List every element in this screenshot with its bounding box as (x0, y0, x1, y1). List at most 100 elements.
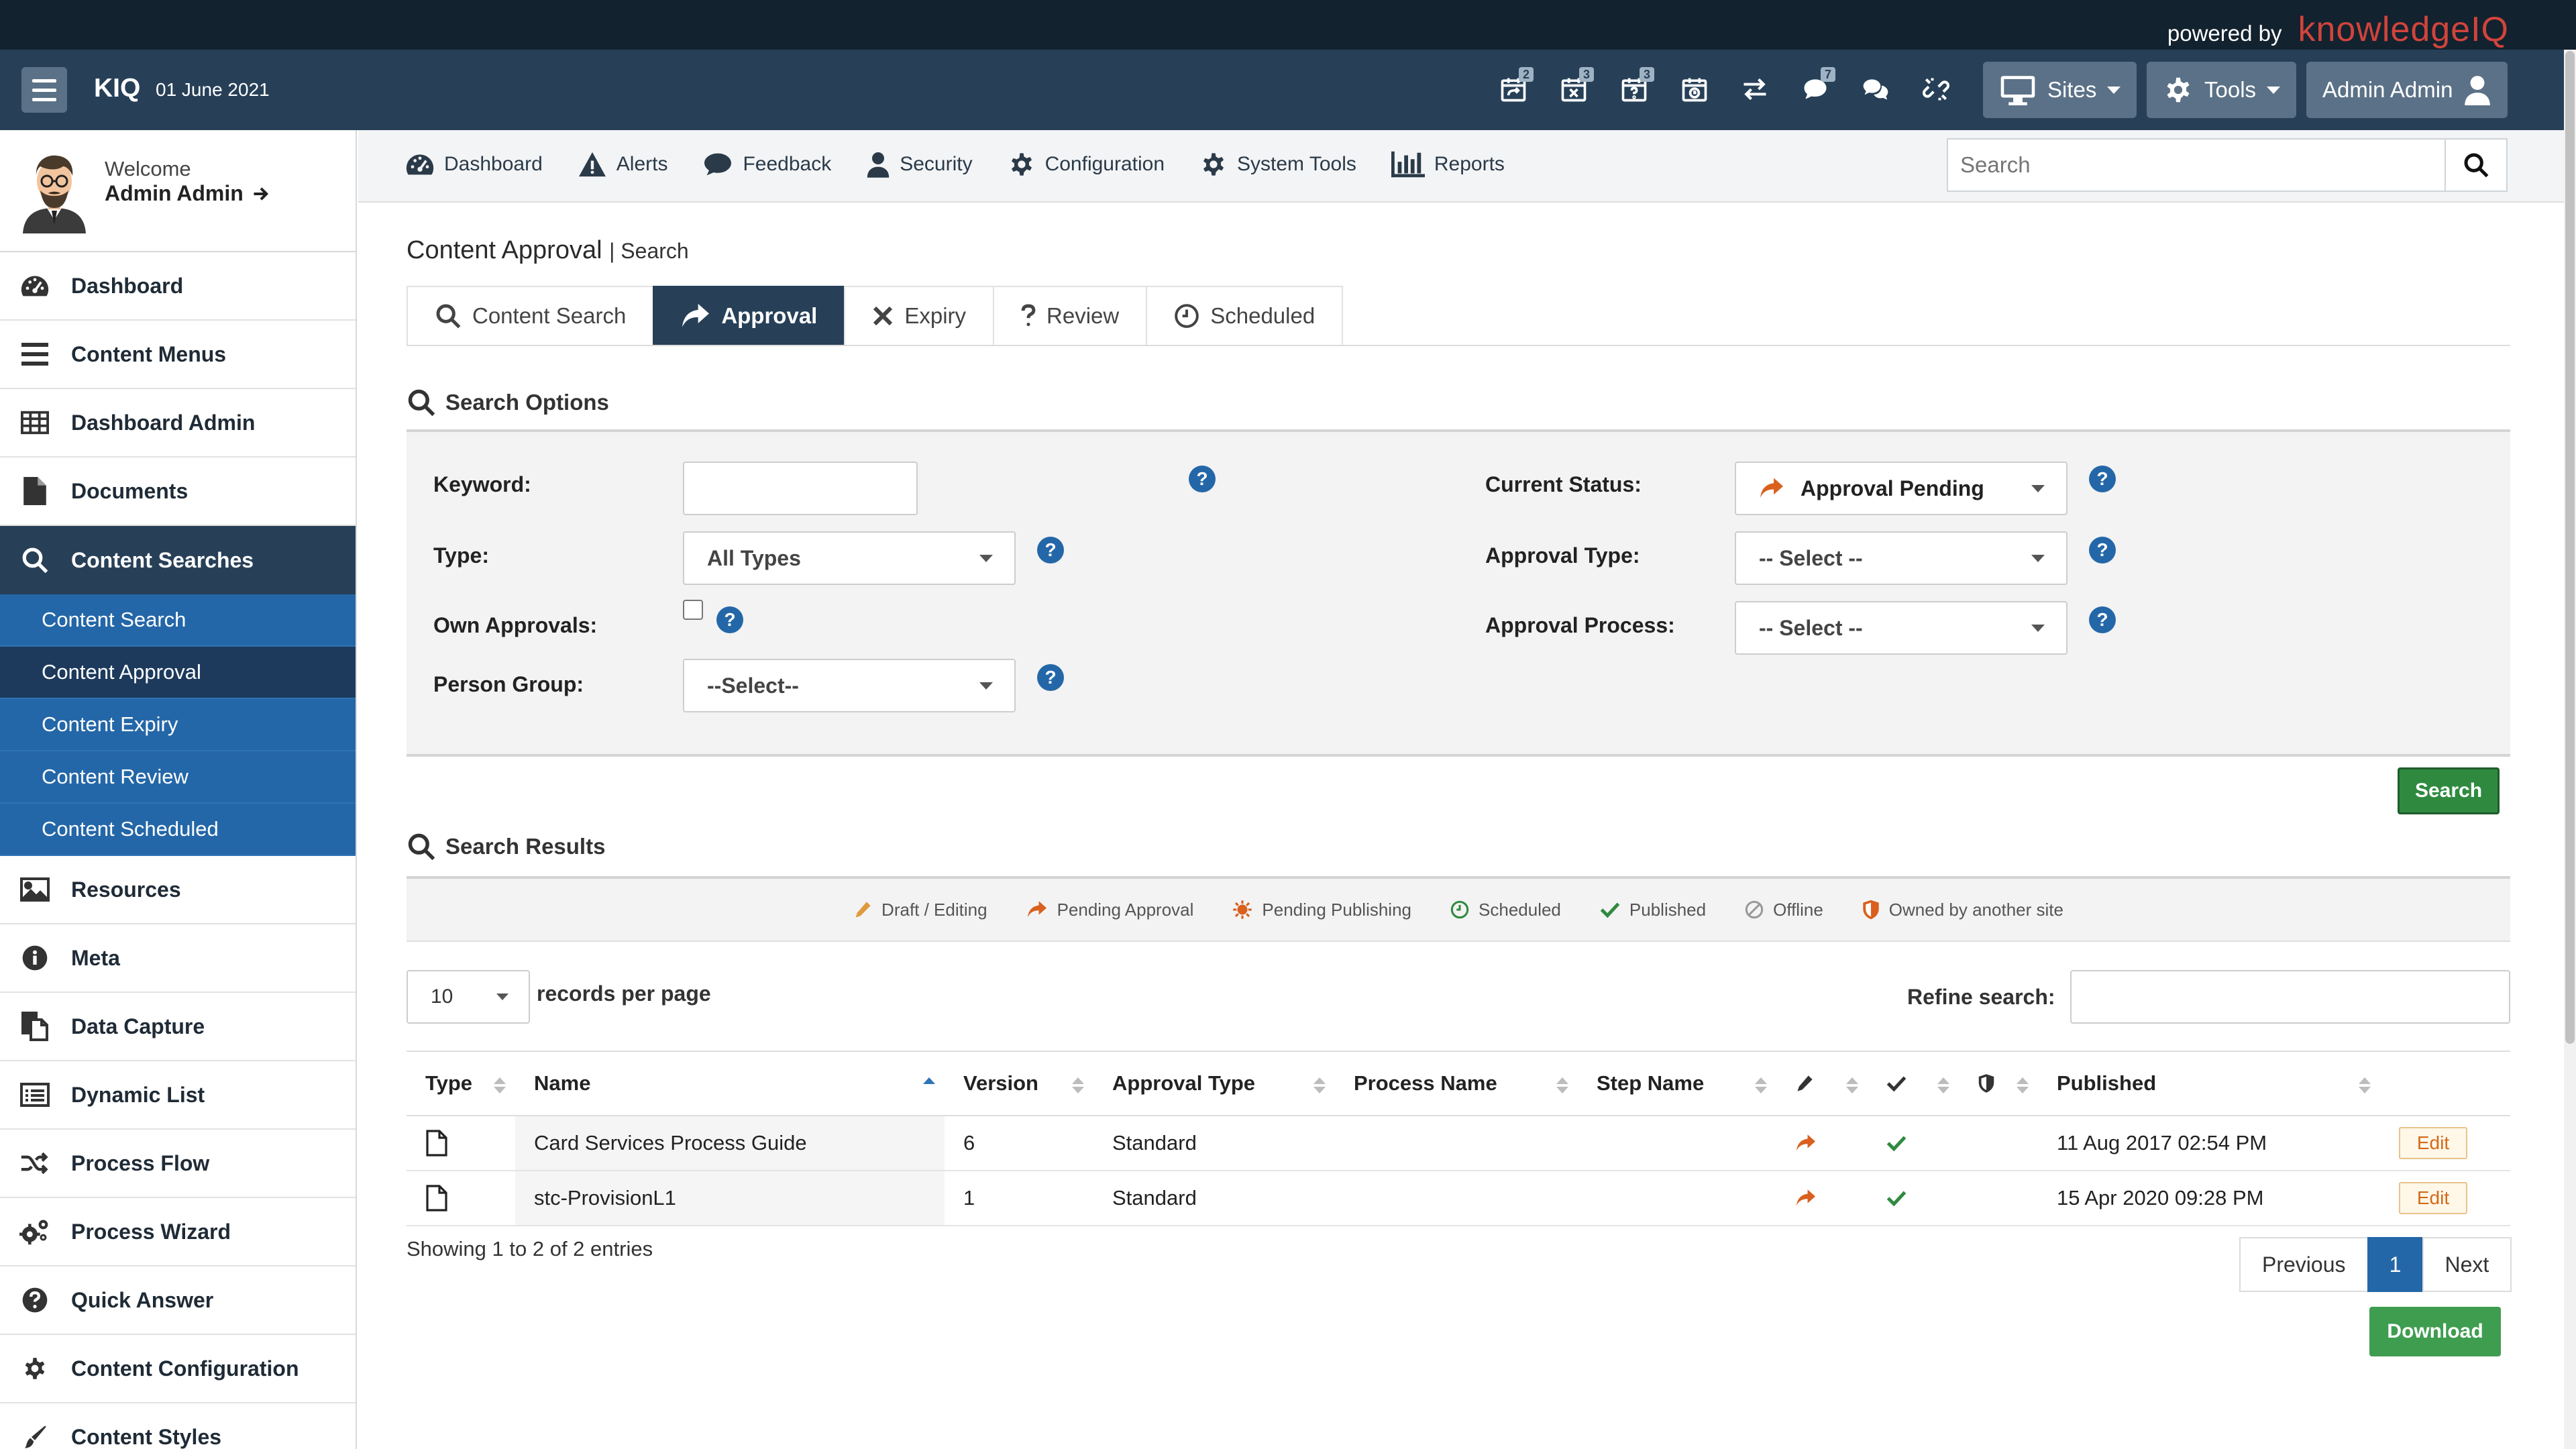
pagination-previous-button[interactable]: Previous (2239, 1237, 2369, 1292)
sidebar-item-quick-answer[interactable]: Quick Answer (0, 1267, 356, 1335)
tachometer-icon (406, 154, 434, 175)
comments-icon[interactable] (1854, 66, 1897, 113)
sidebar-item-documents[interactable]: Documents (0, 458, 356, 526)
tab-scheduled[interactable]: Scheduled (1146, 286, 1344, 345)
tools-dropdown-button[interactable]: Tools (2147, 62, 2297, 118)
table-header-row: Type Name Version Approval Type Process … (407, 1051, 2510, 1116)
sidebar-item-content-menus[interactable]: Content Menus (0, 321, 356, 389)
column-header-approval-type[interactable]: Approval Type (1093, 1051, 1335, 1116)
unlink-icon[interactable] (1915, 66, 1957, 113)
current-status-select[interactable]: Approval Pending (1735, 462, 2068, 515)
pagination-next-button[interactable]: Next (2422, 1237, 2512, 1292)
row-name[interactable]: stc-ProvisionL1 (515, 1171, 945, 1226)
approval-type-select[interactable]: -- Select -- (1735, 531, 2068, 585)
sidebar-item-content-configuration[interactable]: Content Configuration (0, 1335, 356, 1403)
column-header-published-status[interactable] (1868, 1051, 1959, 1116)
search-submit-button[interactable]: Search (2398, 767, 2500, 814)
sidebar-subitem-content-search[interactable]: Content Search (0, 594, 356, 647)
tab-content-search[interactable]: Content Search (407, 286, 655, 345)
help-icon[interactable]: ? (2089, 537, 2116, 564)
search-options-title: Search Options (445, 390, 609, 415)
column-header-owned[interactable] (1959, 1051, 2038, 1116)
sidebar-item-resources[interactable]: Resources (0, 856, 356, 924)
table-row: Card Services Process Guide 6 Standard 1… (407, 1116, 2510, 1171)
column-header-published[interactable]: Published (2038, 1051, 2380, 1116)
global-search-input[interactable] (1948, 140, 2445, 191)
edit-button[interactable]: Edit (2399, 1182, 2467, 1214)
own-approvals-checkbox[interactable] (683, 600, 703, 620)
comment-icon[interactable]: 7 (1794, 66, 1837, 113)
toolbar-item-reports[interactable]: Reports (1391, 150, 1505, 178)
user-menu-button[interactable]: Admin Admin (2306, 62, 2508, 118)
sites-dropdown-button[interactable]: Sites (1983, 62, 2137, 118)
calendar-x-icon[interactable]: 3 (1552, 66, 1595, 113)
calendar-share-icon[interactable]: 2 (1492, 66, 1535, 113)
app-logo[interactable]: KIQ (94, 74, 140, 103)
welcome-user-link[interactable]: Admin Admin (105, 181, 270, 206)
toolbar-item-configuration[interactable]: Configuration (1008, 150, 1165, 178)
help-icon[interactable]: ? (1037, 537, 1064, 564)
toolbar-item-alerts[interactable]: Alerts (578, 150, 667, 178)
row-name[interactable]: Card Services Process Guide (515, 1116, 945, 1171)
search-icon (408, 389, 435, 417)
exchange-icon[interactable] (1733, 66, 1776, 113)
tab-approval[interactable]: Approval (653, 286, 846, 345)
help-icon[interactable]: ? (1037, 664, 1064, 691)
help-icon[interactable]: ? (1189, 466, 1216, 492)
keyword-input[interactable] (683, 462, 918, 515)
sidebar-item-meta[interactable]: Meta (0, 924, 356, 993)
help-icon[interactable]: ? (2089, 466, 2116, 492)
toolbar-item-security[interactable]: Security (866, 150, 973, 178)
approval-process-label: Approval Process: (1485, 613, 1675, 637)
type-select[interactable]: All Types (683, 531, 1016, 585)
sidebar-item-dynamic-list[interactable]: Dynamic List (0, 1061, 356, 1130)
current-status-select-value: Approval Pending (1801, 476, 1984, 500)
edit-button[interactable]: Edit (2399, 1127, 2467, 1159)
sidebar-item-content-styles[interactable]: Content Styles (0, 1403, 356, 1449)
sidebar-item-label: Process Flow (71, 1150, 210, 1175)
legend-item-scheduled: Scheduled (1450, 900, 1561, 920)
row-status-owned (1959, 1171, 2038, 1226)
hamburger-menu-button[interactable] (21, 67, 67, 113)
sidebar-item-data-capture[interactable]: Data Capture (0, 993, 356, 1061)
column-header-type[interactable]: Type (407, 1051, 515, 1116)
column-header-draft[interactable] (1776, 1051, 1868, 1116)
sidebar-item-content-searches[interactable]: Content Searches (0, 526, 356, 594)
download-button[interactable]: Download (2369, 1307, 2501, 1356)
arrow-right-icon (254, 186, 268, 201)
records-per-page-select[interactable]: 10 (407, 970, 530, 1024)
sidebar-subitem-content-approval[interactable]: Content Approval (0, 647, 356, 699)
tab-expiry[interactable]: Expiry (844, 286, 995, 345)
toolbar-item-dashboard[interactable]: Dashboard (405, 150, 543, 178)
powered-by: powered by knowledgeIQ (2167, 9, 2509, 50)
refine-search-input[interactable] (2070, 970, 2510, 1024)
sidebar-item-process-flow[interactable]: Process Flow (0, 1130, 356, 1198)
sidebar-subitem-content-review[interactable]: Content Review (0, 751, 356, 804)
toolbar-item-feedback[interactable]: Feedback (702, 150, 831, 178)
sidebar-subitem-content-scheduled[interactable]: Content Scheduled (0, 804, 356, 856)
help-icon[interactable]: ? (716, 606, 743, 633)
global-search-button[interactable] (2445, 140, 2506, 191)
tab-review[interactable]: Review (993, 286, 1148, 345)
toolbar-item-system-tools[interactable]: System Tools (1199, 150, 1356, 178)
column-header-version[interactable]: Version (945, 1051, 1093, 1116)
pagination-page-button[interactable]: 1 (2367, 1237, 2424, 1292)
gear-icon (1011, 153, 1032, 176)
column-header-label: Version (963, 1071, 1038, 1095)
sidebar-item-label: Quick Answer (71, 1287, 214, 1312)
approval-process-select[interactable]: -- Select -- (1735, 601, 2068, 655)
column-header-step-name[interactable]: Step Name (1578, 1051, 1776, 1116)
sidebar-item-dashboard[interactable]: Dashboard (0, 252, 356, 321)
page-scrollbar[interactable] (2564, 50, 2576, 1449)
column-header-process-name[interactable]: Process Name (1335, 1051, 1578, 1116)
column-header-label: Type (425, 1071, 473, 1095)
help-icon[interactable]: ? (2089, 606, 2116, 633)
calendar-question-icon[interactable]: 3 (1613, 66, 1656, 113)
column-header-name[interactable]: Name (515, 1051, 945, 1116)
sidebar-item-dashboard-admin[interactable]: Dashboard Admin (0, 389, 356, 458)
sidebar-item-process-wizard[interactable]: Process Wizard (0, 1198, 356, 1267)
scrollbar-thumb[interactable] (2565, 51, 2575, 1044)
sidebar-subitem-content-expiry[interactable]: Content Expiry (0, 699, 356, 751)
person-group-select[interactable]: --Select-- (683, 659, 1016, 712)
calendar-clock-icon[interactable] (1673, 66, 1716, 113)
